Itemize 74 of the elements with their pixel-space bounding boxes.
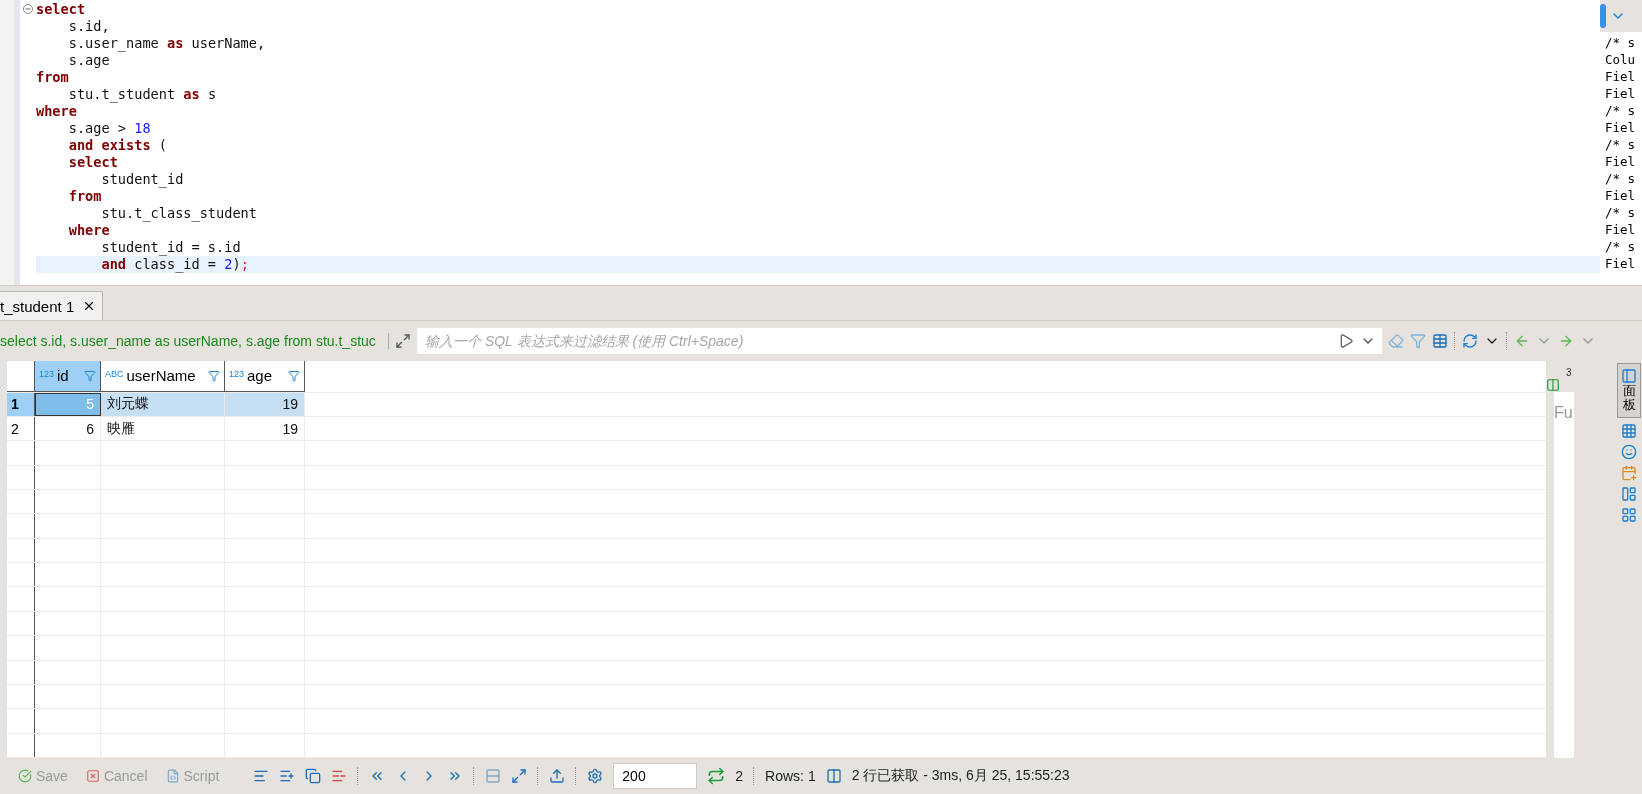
refresh-icon[interactable]: [707, 767, 726, 785]
panel-tab[interactable]: 面板: [1617, 363, 1641, 418]
log-line: /* s: [1605, 102, 1637, 119]
add-row-icon[interactable]: [279, 768, 296, 784]
scroll-marker: [1600, 4, 1606, 28]
log-line: Fiel: [1605, 119, 1637, 136]
log-line: /* s: [1605, 238, 1637, 255]
code-line: s.age > 18: [67, 120, 152, 137]
filter-field[interactable]: 输入一个 SQL 表达式来过滤结果 (使用 Ctrl+Space): [417, 328, 1332, 354]
code-line: student_id: [100, 171, 185, 188]
code-line: s.id,: [67, 18, 111, 35]
calendar-icon[interactable]: [1621, 464, 1637, 481]
layout-icon[interactable]: [1621, 485, 1637, 502]
script-icon: [165, 769, 180, 783]
log-line: Colu: [1605, 51, 1637, 68]
code-line: select: [67, 154, 119, 171]
count-label: 3: [1566, 367, 1572, 378]
log-line: Fiel: [1605, 153, 1637, 170]
panel-text: Fu: [1554, 392, 1574, 758]
forward-icon[interactable]: [1558, 333, 1574, 349]
code-line: stu.t_class_student: [100, 205, 258, 222]
back-icon[interactable]: [1514, 333, 1530, 349]
sort-filter-icon[interactable]: [288, 369, 300, 382]
log-line: /* s: [1605, 34, 1637, 51]
panel-icon: [1621, 368, 1637, 384]
log-line: Fiel: [1605, 187, 1637, 204]
log-line: /* s: [1605, 136, 1637, 153]
log-line: /* s: [1605, 170, 1637, 187]
column-icon[interactable]: [825, 768, 842, 784]
code-line: where: [67, 222, 111, 239]
results-tab[interactable]: t_student 1: [0, 291, 104, 320]
table-cell: 刘元蝶: [101, 392, 225, 416]
format-icon[interactable]: [253, 768, 270, 784]
export-icon[interactable]: [549, 768, 566, 784]
code-line: select: [36, 1, 87, 18]
table-cell: 6: [35, 416, 101, 441]
play-icon[interactable]: [1338, 333, 1354, 349]
table-cell: 5: [35, 392, 101, 416]
fetch-size-field[interactable]: 200: [613, 763, 698, 789]
code-line: s.user_name as userName,: [67, 35, 267, 52]
status-message: 2 行已获取 - 3ms, 6月 25, 15:55:23: [851, 767, 1070, 785]
table-corner: [7, 361, 35, 392]
sql-editor[interactable]: select s.id, s.user_name as userName, s.age from stu.t_student as s where s.age > 18 and exists ( select student_id from stu.t_class_student where student_id = s.id and class_id = 2);: [0, 0, 1600, 285]
log-line: Fiel: [1605, 255, 1637, 272]
rows-label: Rows: 1: [765, 768, 816, 784]
log-line: Fiel: [1605, 68, 1637, 85]
table-cell: 19: [225, 416, 305, 441]
refresh-count: 2: [735, 768, 744, 784]
table-cell: 映雁: [101, 416, 225, 441]
query-text: select s.id, s.user_name as userName, s.age from stu.t_stuc: [0, 333, 389, 349]
code-line: from: [36, 69, 70, 86]
log-line: /* s: [1605, 204, 1637, 221]
table-cell: 19: [225, 392, 305, 416]
grid-icon[interactable]: [1621, 422, 1637, 439]
copy-row-icon[interactable]: [305, 768, 322, 784]
settings-icon[interactable]: [587, 768, 604, 784]
cancel-icon: [85, 769, 100, 783]
log-line: Fiel: [1605, 85, 1637, 102]
code-line: and exists (: [67, 137, 168, 154]
delete-row-icon[interactable]: [331, 768, 348, 784]
check-icon: [18, 769, 32, 783]
code-line: s.age: [67, 52, 111, 69]
log-line: Fiel: [1605, 221, 1637, 238]
sort-filter-icon[interactable]: [208, 369, 220, 382]
code-line: from: [67, 188, 103, 205]
code-line: stu.t_student as s: [67, 86, 218, 103]
code-line: where: [36, 103, 78, 120]
collapse-icon[interactable]: [23, 4, 33, 14]
refresh-icon[interactable]: [1462, 333, 1478, 349]
tiles-icon[interactable]: [1621, 506, 1637, 523]
sort-filter-icon[interactable]: [84, 369, 96, 382]
row-number[interactable]: 1: [7, 392, 35, 416]
expand-icon[interactable]: [395, 333, 411, 349]
code-line: student_id = s.id: [100, 239, 242, 256]
